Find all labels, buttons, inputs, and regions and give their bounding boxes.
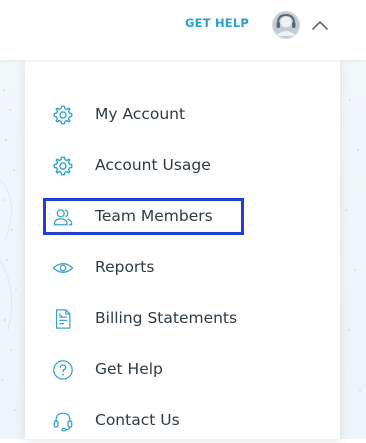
account-dropdown-menu: My Account Account Usage Team Members Re…	[25, 60, 340, 439]
menu-item-my-account[interactable]: My Account	[25, 93, 340, 137]
top-bar: GET HELP	[0, 0, 366, 60]
menu-item-label: My Account	[95, 105, 186, 123]
menu-item-label: Billing Statements	[95, 309, 238, 327]
user-avatar-icon	[273, 12, 299, 38]
eye-icon	[52, 263, 74, 273]
menu-item-label: Account Usage	[95, 156, 211, 174]
menu-item-get-help[interactable]: Get Help	[25, 348, 340, 392]
menu-item-label: Contact Us	[95, 411, 180, 429]
team-members-icon	[53, 209, 73, 226]
menu-item-contact-us[interactable]: Contact Us	[25, 399, 340, 443]
gear-icon	[53, 156, 73, 176]
menu-item-account-usage[interactable]: Account Usage	[25, 144, 340, 188]
menu-item-team-members[interactable]: Team Members	[25, 195, 340, 239]
menu-item-label: Get Help	[95, 360, 163, 378]
menu-item-label: Team Members	[95, 207, 213, 225]
headset-icon	[53, 412, 73, 432]
question-circle-icon	[53, 360, 73, 380]
avatar[interactable]	[272, 11, 300, 39]
menu-item-label: Reports	[95, 258, 155, 276]
gear-icon	[53, 105, 73, 125]
document-icon	[55, 309, 71, 329]
get-help-link[interactable]: GET HELP	[185, 16, 249, 30]
menu-item-reports[interactable]: Reports	[25, 246, 340, 290]
chevron-up-icon[interactable]	[309, 14, 331, 36]
menu-item-billing-statements[interactable]: Billing Statements	[25, 297, 340, 341]
